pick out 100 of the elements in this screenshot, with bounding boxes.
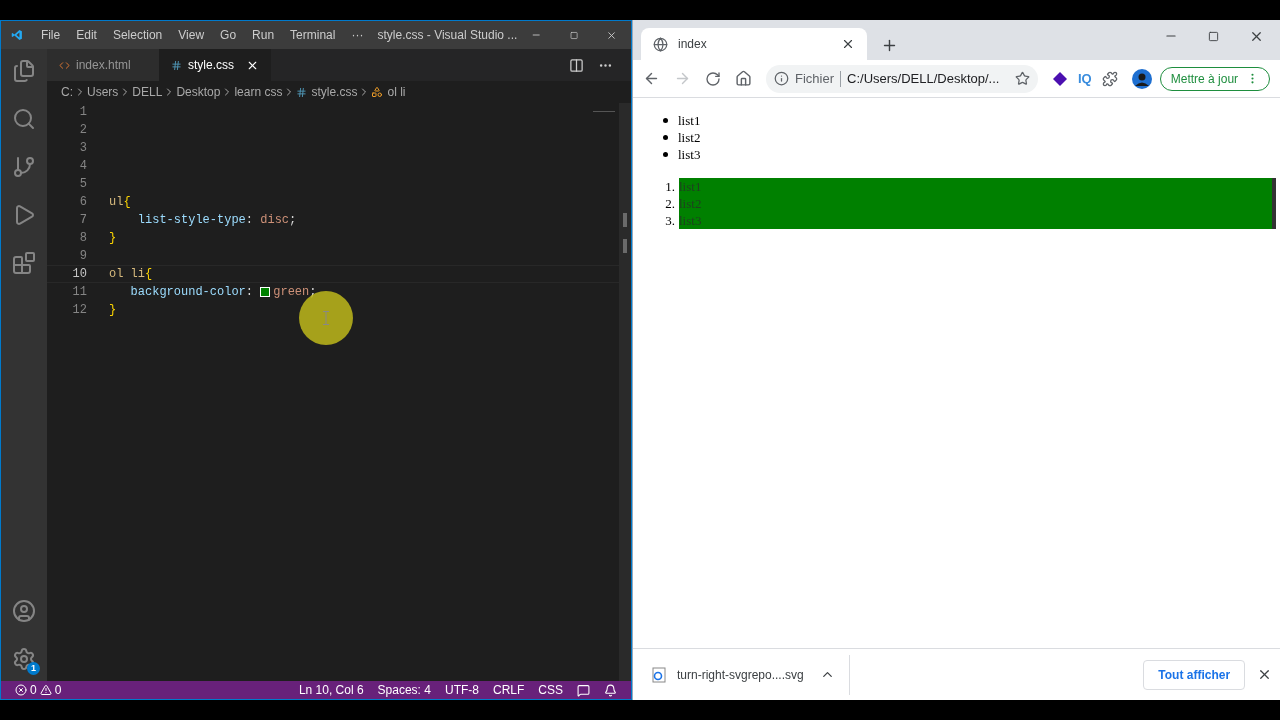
bullet-icon — [663, 152, 668, 157]
css-file-icon — [296, 86, 308, 98]
symbol-icon — [371, 86, 384, 98]
extensions-icon[interactable] — [1101, 70, 1118, 87]
list-number: 1. — [664, 178, 676, 195]
menu-item[interactable]: Edit — [68, 26, 105, 44]
tab-title: index — [678, 36, 708, 53]
code-token: } — [109, 302, 117, 319]
list-item: list3 — [678, 145, 701, 164]
home-icon[interactable] — [735, 70, 752, 87]
code-token: ; — [289, 212, 297, 229]
code-token: : — [245, 212, 255, 229]
url-text: C:/Users/DELL/Desktop/... — [847, 69, 1001, 88]
error-icon[interactable] — [15, 684, 27, 696]
breadcrumb-item[interactable]: learn css — [234, 83, 283, 101]
line-number: 1 — [78, 104, 87, 121]
maximize-icon[interactable] — [1208, 30, 1220, 42]
code-token: ul — [109, 194, 124, 211]
list-item: list2 — [678, 128, 701, 147]
status-item[interactable]: Ln 10, Col 6 — [298, 681, 364, 699]
split-editor-icon[interactable] — [569, 57, 584, 73]
file-icon — [651, 666, 667, 683]
error-count[interactable]: 0 — [30, 681, 37, 699]
extension-icon[interactable] — [1052, 70, 1068, 87]
info-icon — [774, 71, 789, 86]
breadcrumb-item[interactable]: Desktop — [176, 83, 221, 101]
list-item: list3 — [679, 212, 1277, 229]
list-item: list1 — [678, 111, 701, 130]
tab-label: style.css — [188, 57, 235, 74]
maximize-icon[interactable] — [569, 29, 578, 41]
menu-item[interactable]: File — [32, 26, 69, 44]
list-item: list2 — [679, 195, 1277, 212]
code-token: ol li — [109, 266, 145, 283]
tab-label: index.html — [76, 57, 132, 74]
window-title: style.css - Visual Studio ... — [377, 27, 518, 44]
line-number: 10 — [71, 266, 87, 283]
menu-item[interactable]: View — [170, 26, 213, 44]
editor-tab[interactable]: style.css — [159, 49, 271, 81]
list-item: list1 — [679, 178, 1277, 195]
menu-item[interactable]: Run — [244, 26, 283, 44]
editor-tab[interactable]: index.html — [47, 49, 159, 81]
line-number: 3 — [78, 140, 87, 157]
list-number: 3. — [664, 212, 676, 229]
menu-item[interactable]: ··· — [343, 26, 372, 44]
source-control-icon[interactable] — [12, 155, 36, 179]
menu-item[interactable]: Selection — [104, 26, 171, 44]
list-number: 2. — [664, 195, 676, 212]
breadcrumb-item[interactable]: Users — [87, 83, 119, 101]
close-tab-icon[interactable] — [841, 37, 855, 51]
reload-icon[interactable] — [705, 70, 721, 87]
line-number: 4 — [78, 158, 87, 175]
status-item[interactable]: Spaces: 4 — [377, 681, 431, 699]
download-filename[interactable]: turn-right-svgrepo....svg — [677, 665, 804, 684]
bell-icon[interactable] — [604, 683, 617, 697]
status-item[interactable]: CRLF — [492, 681, 525, 699]
code-token: background-color — [129, 284, 246, 301]
line-number: 8 — [78, 230, 87, 247]
breadcrumb-item[interactable]: DELL — [132, 83, 163, 101]
code-token: } — [109, 230, 117, 247]
line-number: 7 — [78, 212, 87, 229]
bullet-icon — [663, 135, 668, 140]
code-token: { — [123, 194, 131, 211]
browser-tab[interactable]: index — [641, 28, 867, 60]
bullet-icon — [663, 118, 668, 123]
menu-item[interactable]: Go — [212, 26, 245, 44]
settings-icon[interactable] — [12, 647, 36, 671]
extensions-icon[interactable] — [12, 251, 36, 275]
warning-icon[interactable] — [39, 684, 52, 696]
feedback-icon[interactable] — [577, 683, 590, 697]
breadcrumb-item[interactable]: ol li — [387, 83, 406, 101]
line-number: 5 — [78, 176, 87, 193]
css-file-icon — [171, 59, 182, 71]
explorer-icon[interactable] — [12, 59, 36, 83]
line-number: 6 — [78, 194, 87, 211]
code-token: disc — [260, 212, 290, 229]
menu-item[interactable]: Terminal — [282, 26, 344, 44]
avatar-icon[interactable] — [1131, 68, 1152, 89]
line-number: 9 — [78, 248, 87, 265]
code-token: green — [273, 284, 310, 301]
status-item[interactable]: UTF-8 — [444, 681, 479, 699]
star-icon[interactable] — [1015, 71, 1030, 86]
line-number: 11 — [71, 284, 87, 301]
breadcrumb-item[interactable]: style.css — [311, 83, 358, 101]
show-all-button[interactable]: Tout afficher — [1143, 659, 1246, 690]
search-icon[interactable] — [12, 107, 36, 131]
notification-badge: 1 — [27, 662, 40, 675]
account-icon[interactable] — [12, 599, 36, 623]
back-icon[interactable] — [643, 70, 660, 87]
address-bar[interactable]: Fichier C:/Users/DELL/Desktop/... — [766, 64, 1038, 93]
line-number: 12 — [71, 302, 87, 319]
url-scheme: Fichier — [795, 69, 834, 88]
code-token: { — [145, 266, 153, 283]
warning-count[interactable]: 0 — [54, 681, 62, 699]
code-token: : — [245, 284, 255, 301]
app-logo-icon — [11, 27, 23, 43]
status-item[interactable]: CSS — [538, 681, 563, 699]
text-cursor-icon — [323, 311, 329, 325]
breadcrumb-item[interactable]: C: — [61, 83, 73, 101]
code-token: ; — [309, 284, 317, 301]
globe-icon — [653, 36, 668, 52]
